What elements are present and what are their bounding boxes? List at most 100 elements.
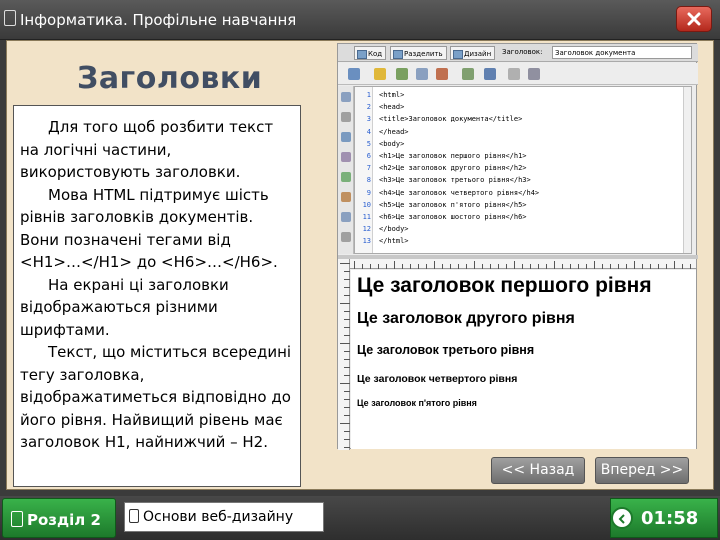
paragraph-4: Текст, що міститься всередині тегу загол… <box>20 343 292 451</box>
toolbar-icon <box>528 68 540 80</box>
section-tab[interactable]: Розділ 2 <box>2 498 116 538</box>
line-number: 7 <box>366 164 371 173</box>
ruler-tick <box>610 264 611 269</box>
side-icon <box>341 212 351 222</box>
forward-button[interactable]: Вперед >> <box>595 457 689 484</box>
close-icon <box>687 12 701 26</box>
code-text: </body> <box>379 225 409 234</box>
ruler-tick <box>344 319 350 320</box>
paragraph-3: На екрані ці заголовки відображаються рі… <box>20 275 229 339</box>
ruler-tick <box>570 264 571 269</box>
ruler-tick <box>362 264 363 269</box>
side-icon <box>341 232 351 242</box>
ruler-tick <box>344 407 350 408</box>
close-button[interactable] <box>676 6 712 32</box>
ruler-tick <box>506 264 507 269</box>
ruler-tick <box>386 264 387 269</box>
code-text: <h1>Це заголовок першого рівня</h1> <box>379 152 527 160</box>
slide-text-box: Для того щоб розбити текст на логічні ча… <box>13 105 301 487</box>
code-text: <h2>Це заголовок другого рівня</h2> <box>379 164 527 173</box>
toolbar-icon <box>508 68 520 80</box>
timer: 01:58 <box>610 498 718 538</box>
ruler-tick <box>354 261 355 269</box>
timer-value: 01:58 <box>641 508 699 529</box>
ruler-tick <box>344 367 350 368</box>
ruler-tick <box>370 264 371 269</box>
line-number: 13 <box>362 237 371 246</box>
code-text: <h5>Це заголовок п'ятого рівня</h5> <box>379 200 527 209</box>
window-title: Інформатика. Профільне навчання <box>20 11 297 29</box>
code-text: </html> <box>379 237 409 246</box>
ruler-tick <box>344 447 350 448</box>
side-icon <box>341 192 351 202</box>
code-text: <head> <box>379 103 405 112</box>
line-number: 2 <box>366 103 371 112</box>
ruler-tick <box>498 264 499 269</box>
ruler-tick <box>690 264 691 269</box>
line-number: 5 <box>366 139 371 148</box>
ruler-tick <box>474 261 475 269</box>
code-text: <h6>Це заголовок шостого рівня</h6> <box>379 213 527 221</box>
toolbar-icon <box>436 68 448 80</box>
ruler-tick <box>344 271 350 272</box>
ruler-tick <box>344 375 350 376</box>
ruler-tick <box>530 264 531 269</box>
line-number: 4 <box>366 127 371 136</box>
ruler-tick <box>402 264 403 269</box>
toolbar-icon <box>374 68 386 80</box>
code-text: <body> <box>379 139 405 148</box>
topic-tab[interactable]: Основи веб-дизайну <box>124 502 324 532</box>
topic-label: Основи веб-дизайну <box>143 509 294 525</box>
ruler-tick <box>344 431 350 432</box>
toolbar-icon <box>484 68 496 80</box>
ruler-tick <box>490 264 491 269</box>
paragraph-1: Для того щоб розбити текст на логічні ча… <box>20 118 274 181</box>
editor-toolbar <box>338 63 698 85</box>
code-text: <h4>Це заголовок четвертого рівня</h4> <box>379 188 540 197</box>
horizontal-ruler <box>350 259 696 269</box>
editor-tab-bar: Код Разделить Дизайн Заголовок: Заголово… <box>338 44 698 62</box>
toolbar-icon <box>396 68 408 80</box>
ruler-tick <box>344 359 350 360</box>
preview-h2: Це заголовок другого рівня <box>357 310 575 327</box>
ruler-tick <box>618 264 619 269</box>
ruler-tick <box>586 264 587 269</box>
ruler-tick <box>482 264 483 269</box>
line-number: 8 <box>366 176 371 185</box>
vertical-ruler <box>338 259 350 450</box>
ruler-tick <box>666 264 667 269</box>
slide-stage: Заголовки Для того щоб розбити текст на … <box>6 40 714 490</box>
side-icon <box>341 112 351 122</box>
line-number: 6 <box>366 152 371 160</box>
design-preview: Це заголовок першого рівня Це заголовок … <box>351 270 696 449</box>
line-number: 1 <box>366 91 371 99</box>
preview-h3: Це заголовок третього рівня <box>357 343 535 357</box>
line-number: 11 <box>362 213 371 221</box>
code-text: </head> <box>379 127 409 136</box>
slide-heading: Заголовки <box>77 61 263 96</box>
side-icon <box>341 152 351 162</box>
preview-h1: Це заголовок першого рівня <box>357 274 652 297</box>
tab-split: Разделить <box>390 46 447 60</box>
ruler-tick <box>344 295 350 296</box>
ruler-tick <box>682 264 683 269</box>
ruler-tick <box>340 423 350 424</box>
ruler-tick <box>344 399 350 400</box>
editor-side-toolbar <box>338 86 354 254</box>
document-icon <box>129 509 139 523</box>
ruler-tick <box>634 261 635 269</box>
ruler-tick <box>626 264 627 269</box>
bottom-bar: Розділ 2 Основи веб-дизайну 01:58 <box>0 496 720 540</box>
toolbar-icon <box>348 68 360 80</box>
line-number: 12 <box>362 225 371 234</box>
line-number: 3 <box>366 115 371 124</box>
back-button[interactable]: << Назад <box>491 457 585 484</box>
ruler-tick <box>434 261 435 269</box>
side-icon <box>341 172 351 182</box>
ruler-tick <box>658 264 659 269</box>
toolbar-icon <box>462 68 474 80</box>
ruler-tick <box>562 264 563 269</box>
side-icon <box>341 92 351 102</box>
ruler-tick <box>554 261 555 269</box>
toolbar-icon <box>416 68 428 80</box>
